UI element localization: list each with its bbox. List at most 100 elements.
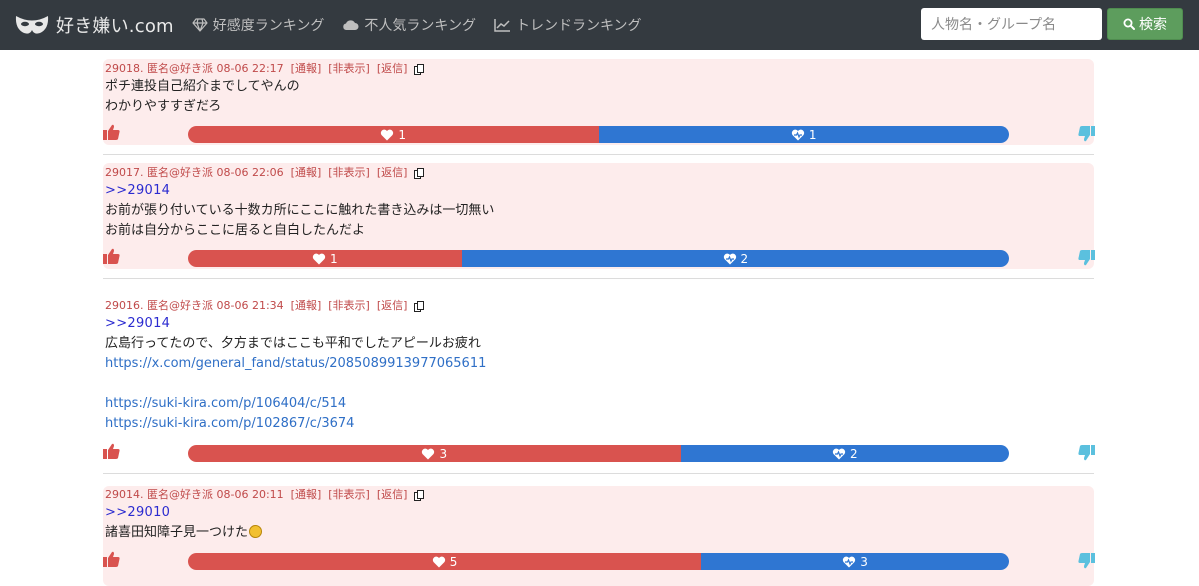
hide-link[interactable]: [非表示] bbox=[328, 298, 370, 314]
brand-logo-link[interactable]: 好き嫌い.com bbox=[14, 12, 174, 38]
reply-anchor-link[interactable]: >>29014 bbox=[105, 181, 1094, 201]
thumbs-down-icon[interactable] bbox=[1076, 552, 1095, 570]
divider bbox=[103, 154, 1094, 155]
comment-meta: 29014. 匿名@好き派 08-06 20:11 [通報] [非表示] [返信… bbox=[105, 487, 1094, 503]
report-link[interactable]: [通報] bbox=[291, 298, 322, 314]
reply-link[interactable]: [返信] bbox=[377, 487, 408, 503]
heart-icon bbox=[422, 448, 435, 459]
cloud-icon bbox=[343, 20, 359, 30]
comment-post: 29016. 匿名@好き派 08-06 21:34 [通報] [非表示] [返信… bbox=[103, 297, 1095, 467]
broken-heart-icon bbox=[723, 253, 736, 264]
search-input[interactable] bbox=[921, 8, 1102, 40]
comment-post: 29014. 匿名@好き派 08-06 20:11 [通報] [非表示] [返信… bbox=[103, 486, 1095, 586]
vote-row: 1 2 bbox=[103, 247, 1095, 268]
heart-icon bbox=[381, 129, 394, 140]
vote-row: 3 2 bbox=[103, 442, 1095, 463]
like-count: 5 bbox=[449, 554, 458, 569]
like-segment[interactable]: 1 bbox=[188, 126, 599, 143]
copy-icon[interactable] bbox=[414, 167, 425, 179]
chart-line-icon bbox=[494, 19, 510, 32]
dislike-count: 3 bbox=[860, 554, 868, 569]
comment-post: 29017. 匿名@好き派 08-06 22:06 [通報] [非表示] [返信… bbox=[103, 163, 1095, 269]
heart-icon bbox=[312, 253, 326, 264]
nav-unpopular-ranking[interactable]: 不人気ランキング bbox=[342, 15, 476, 35]
dislike-segment[interactable]: 2 bbox=[461, 250, 1009, 267]
smile-emoji-icon bbox=[249, 525, 263, 538]
broken-heart-icon bbox=[843, 556, 856, 567]
nav-label: 好感度ランキング bbox=[212, 18, 325, 34]
comment-meta: 29018. 匿名@好き派 08-06 22:17 [通報] [非表示] [返信… bbox=[105, 61, 1094, 77]
reply-link[interactable]: [返信] bbox=[377, 61, 408, 77]
comment-meta: 29016. 匿名@好き派 08-06 21:34 [通報] [非表示] [返信… bbox=[105, 298, 1094, 314]
like-count: 1 bbox=[330, 251, 338, 266]
comment-header: 29017. 匿名@好き派 08-06 22:06 bbox=[105, 166, 284, 179]
reply-anchor-link[interactable]: >>29010 bbox=[105, 503, 1094, 523]
diamond-icon bbox=[192, 18, 208, 32]
like-segment[interactable]: 1 bbox=[188, 250, 462, 267]
search-button-label: 検索 bbox=[1139, 17, 1167, 33]
vote-bar: 1 2 bbox=[188, 250, 1009, 267]
vote-row: 1 1 bbox=[103, 123, 1095, 144]
vote-row: 5 3 bbox=[103, 550, 1095, 571]
copy-icon[interactable] bbox=[414, 300, 425, 312]
reply-link[interactable]: [返信] bbox=[377, 298, 408, 314]
dislike-count: 2 bbox=[849, 446, 858, 461]
reply-link[interactable]: [返信] bbox=[377, 165, 408, 181]
hide-link[interactable]: [非表示] bbox=[328, 61, 370, 77]
vote-bar: 1 1 bbox=[188, 126, 1009, 143]
comment-header: 29014. 匿名@好き派 08-06 20:11 bbox=[105, 488, 284, 501]
comment-text: お前は自分からここに居ると自白したんだよ bbox=[105, 223, 366, 238]
navbar: 好き嫌い.com 好感度ランキング 不人気ランキング トレンドランキング 検索 bbox=[0, 0, 1199, 50]
comment-post: 29018. 匿名@好き派 08-06 22:17 [通報] [非表示] [返信… bbox=[103, 59, 1095, 145]
like-segment[interactable]: 5 bbox=[188, 553, 702, 570]
thumbs-down-icon[interactable] bbox=[1076, 444, 1095, 462]
mask-logo-icon bbox=[15, 16, 49, 34]
like-count: 3 bbox=[439, 446, 448, 461]
like-count: 1 bbox=[398, 127, 407, 142]
comment-text-line: 諸喜田知障子見一つけた bbox=[105, 523, 1094, 543]
copy-icon[interactable] bbox=[414, 489, 425, 501]
external-link[interactable]: https://suki-kira.com/p/106404/c/514 bbox=[105, 394, 1094, 414]
broken-heart-icon bbox=[832, 448, 846, 459]
heart-icon bbox=[432, 556, 445, 567]
search-icon bbox=[1123, 18, 1135, 30]
comment-text: わかりやすすぎだろ bbox=[105, 99, 222, 114]
nav-label: トレンドランキング bbox=[515, 18, 642, 34]
thumbs-up-icon[interactable] bbox=[103, 550, 120, 568]
comment-text: 諸喜田知障子見一つけた bbox=[105, 525, 249, 540]
copy-icon[interactable] bbox=[414, 63, 425, 75]
nav-label: 不人気ランキング bbox=[364, 18, 476, 34]
comment-text: お前が張り付いている十数カ所にここに触れた書き込みは一切無い bbox=[105, 203, 495, 218]
vote-bar: 5 3 bbox=[188, 553, 1009, 570]
nav-favorability-ranking[interactable]: 好感度ランキング bbox=[192, 15, 325, 35]
thumbs-down-icon[interactable] bbox=[1076, 125, 1095, 143]
external-link[interactable]: https://x.com/general_fand/status/208508… bbox=[105, 354, 1094, 374]
report-link[interactable]: [通報] bbox=[291, 61, 322, 77]
nav-trend-ranking[interactable]: トレンドランキング bbox=[494, 15, 642, 35]
comment-header: 29016. 匿名@好き派 08-06 21:34 bbox=[105, 299, 284, 312]
dislike-segment[interactable]: 3 bbox=[701, 553, 1009, 570]
report-link[interactable]: [通報] bbox=[291, 165, 322, 181]
dislike-segment[interactable]: 1 bbox=[598, 126, 1009, 143]
external-link[interactable]: https://suki-kira.com/p/102867/c/3674 bbox=[105, 414, 1094, 434]
dislike-count: 2 bbox=[740, 251, 749, 266]
divider bbox=[103, 473, 1094, 474]
dislike-count: 1 bbox=[808, 127, 817, 142]
comment-text: ポチ連投自己紹介までしてやんの bbox=[105, 79, 300, 94]
thumbs-down-icon[interactable] bbox=[1076, 249, 1095, 267]
like-segment[interactable]: 3 bbox=[188, 445, 681, 462]
dislike-segment[interactable]: 2 bbox=[680, 445, 1009, 462]
hide-link[interactable]: [非表示] bbox=[328, 487, 370, 503]
thumbs-up-icon[interactable] bbox=[103, 247, 120, 265]
search-button[interactable]: 検索 bbox=[1107, 8, 1183, 40]
report-link[interactable]: [通報] bbox=[291, 487, 322, 503]
thumbs-up-icon[interactable] bbox=[103, 123, 120, 141]
broken-heart-icon bbox=[791, 129, 805, 140]
thumbs-up-icon[interactable] bbox=[103, 442, 120, 460]
vote-bar: 3 2 bbox=[188, 445, 1009, 462]
comment-text: 広島行ってたので、夕方まではここも平和でしたアピールお疲れ bbox=[105, 336, 481, 351]
hide-link[interactable]: [非表示] bbox=[328, 165, 370, 181]
reply-anchor-link[interactable]: >>29014 bbox=[105, 314, 1094, 334]
divider bbox=[103, 278, 1094, 279]
